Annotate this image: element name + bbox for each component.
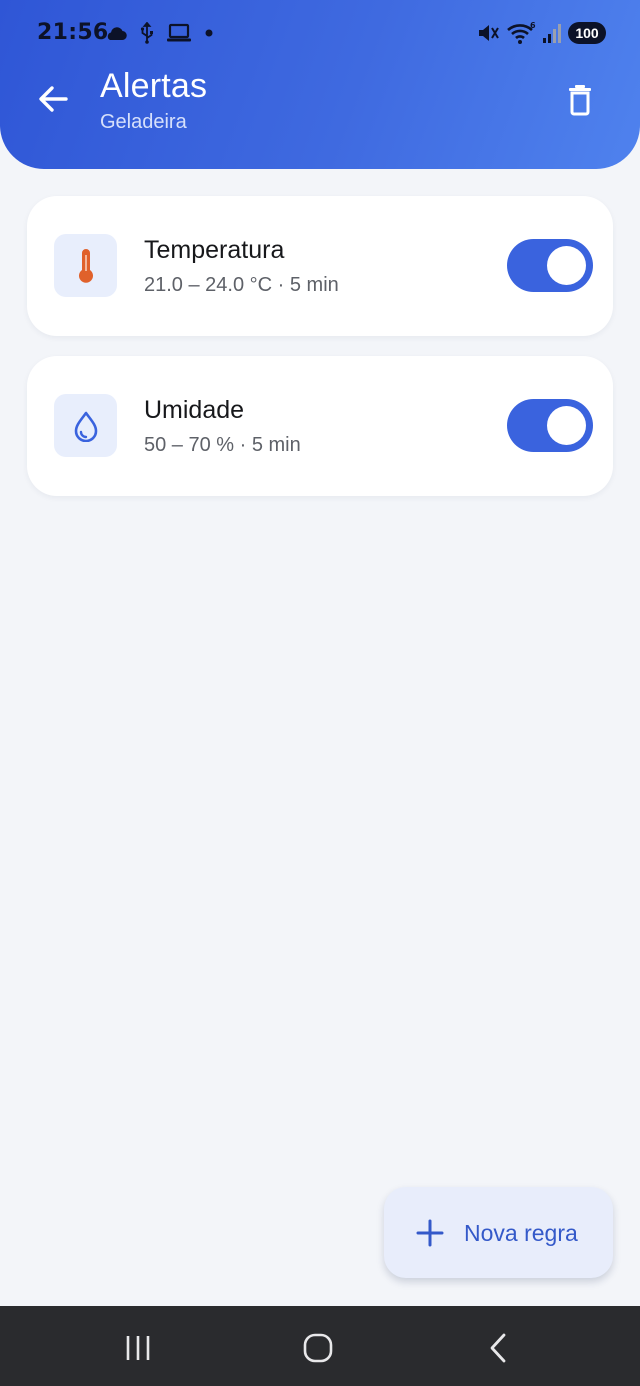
new-rule-button[interactable]: Nova regra [384,1187,613,1278]
plus-icon [416,1219,444,1247]
recent-apps-button[interactable] [118,1328,158,1368]
title-block: Alertas Geladeira [100,66,207,135]
wifi-icon: 6 [507,21,536,44]
back-icon [490,1333,506,1363]
toggle-thumb [547,246,586,285]
status-right-icons: 6 100 [476,19,606,47]
new-rule-label: Nova regra [464,1220,578,1246]
status-time: 21:56 [37,20,109,45]
toggle-thumb [547,406,586,445]
rule-title: Temperatura [144,236,285,264]
page-subtitle: Geladeira [100,111,187,133]
rule-toggle-temperature[interactable] [507,239,593,292]
system-navigation-bar [0,1306,640,1386]
status-bar: 21:56 6 100 [0,0,640,66]
rule-icon-tile [54,394,117,457]
rule-card-humidity[interactable]: Umidade 50 – 70 % · 5 min [27,356,613,496]
rule-description: 50 – 70 % · 5 min [144,434,301,456]
page-title: Alertas [100,67,208,105]
recent-apps-icon [126,1336,150,1360]
trash-icon [569,85,591,116]
rule-title: Umidade [144,396,245,424]
back-button[interactable] [30,76,76,122]
water-drop-icon [74,411,97,442]
mute-icon [479,25,499,41]
signal-icon [543,24,561,43]
dot-icon [205,29,213,37]
arrow-left-icon [39,86,68,112]
home-button[interactable] [298,1328,338,1368]
rule-toggle-humidity[interactable] [507,399,593,452]
thermometer-icon [78,248,93,283]
battery-indicator: 100 [568,22,606,44]
svg-text:6: 6 [530,21,536,30]
cloud-icon [107,27,127,41]
laptop-icon [167,23,191,42]
rule-description: 21.0 – 24.0 °C · 5 min [144,274,339,296]
rule-icon-tile [54,234,117,297]
system-back-button[interactable] [478,1328,518,1368]
delete-button[interactable] [556,78,604,122]
rule-card-temperature[interactable]: Temperatura 21.0 – 24.0 °C · 5 min [27,196,613,336]
usb-icon [140,22,153,44]
home-icon [303,1333,333,1363]
status-left-icons [104,20,214,46]
